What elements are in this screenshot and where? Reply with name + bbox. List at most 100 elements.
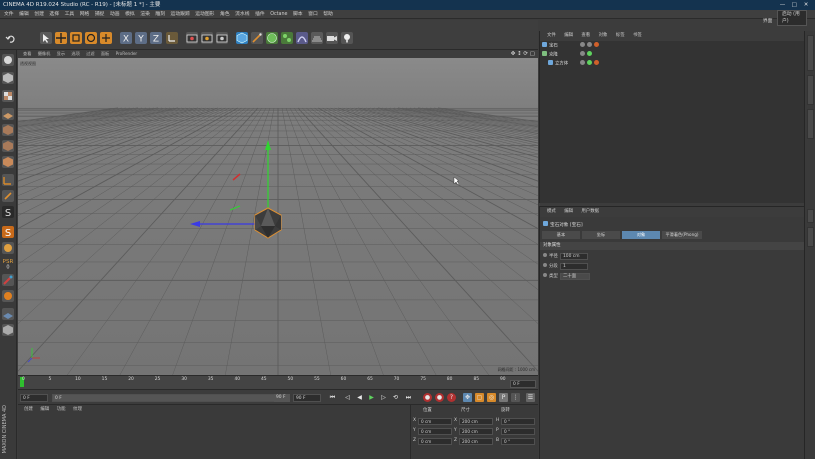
undo-icon[interactable] — [5, 33, 19, 45]
menu-animate[interactable]: 动画 — [110, 10, 120, 19]
next-key-icon[interactable]: ⟲ — [391, 393, 400, 402]
key-rotation-icon[interactable]: ◎ — [487, 393, 496, 402]
model-mode-icon[interactable] — [2, 72, 14, 84]
am-menu-userdata[interactable]: 用户数据 — [581, 207, 599, 217]
menu-snap[interactable]: 捕捉 — [95, 10, 105, 19]
menu-file[interactable]: 文件 — [4, 10, 14, 19]
go-to-end-icon[interactable]: ⏭ — [404, 393, 413, 402]
key-parameter-icon[interactable]: P — [499, 393, 508, 402]
x-axis-lock-icon[interactable]: X — [120, 32, 132, 44]
menu-sculpt[interactable]: 雕刻 — [155, 10, 165, 19]
end-frame-field[interactable]: 90 F — [293, 394, 321, 402]
side-tab-layers[interactable] — [807, 227, 814, 247]
rotation-b-field[interactable]: 0 ° — [501, 438, 535, 445]
render-view-icon[interactable] — [186, 32, 198, 44]
om-menu-edit[interactable]: 编辑 — [564, 31, 573, 41]
menu-tools[interactable]: 工具 — [65, 10, 75, 19]
texture-mode-icon[interactable] — [2, 90, 14, 102]
edges-mode-icon[interactable] — [2, 140, 14, 152]
viewport-menu-panel[interactable]: 面板 — [101, 50, 109, 58]
paint-icon[interactable] — [2, 290, 14, 302]
enable-axis-icon[interactable] — [2, 174, 14, 186]
menu-help[interactable]: 帮助 — [323, 10, 333, 19]
tab-object[interactable]: 对象 — [622, 231, 660, 239]
timeline-window-icon[interactable]: ☰ — [526, 393, 535, 402]
object-flags[interactable] — [580, 42, 601, 51]
om-menu-view[interactable]: 查看 — [581, 31, 590, 41]
subdivision-surface-icon[interactable] — [266, 32, 278, 44]
position-x-field[interactable]: 0 cm — [418, 418, 452, 425]
key-scale-icon[interactable]: ▢ — [475, 393, 484, 402]
tab-basic[interactable]: 基本 — [542, 231, 580, 239]
rotation-h-field[interactable]: 0 ° — [501, 418, 535, 425]
current-frame-field[interactable]: 0 F — [510, 380, 536, 388]
tweak-mode-icon[interactable] — [2, 190, 14, 202]
cloner-icon[interactable] — [281, 32, 293, 44]
am-menu-mode[interactable]: 模式 — [547, 207, 556, 217]
polygon-cube-icon[interactable] — [2, 324, 14, 336]
keyframe-selection-icon[interactable]: ? — [447, 393, 456, 402]
close-button[interactable]: ✕ — [801, 0, 811, 10]
animate-dot-icon[interactable] — [543, 253, 547, 257]
viewport-menu-options[interactable]: 选项 — [71, 50, 79, 58]
om-menu-file[interactable]: 文件 — [547, 31, 556, 41]
render-picture-viewer-icon[interactable] — [201, 32, 213, 44]
solo-icon[interactable]: S — [2, 226, 14, 239]
select-cursor-icon[interactable] — [40, 32, 52, 44]
menu-plugins[interactable]: 插件 — [255, 10, 265, 19]
next-frame-icon[interactable]: ▷ — [379, 393, 388, 402]
workplane-icon[interactable] — [2, 108, 14, 120]
pen-spline-icon[interactable] — [251, 32, 263, 44]
lock-workplane-icon[interactable] — [2, 308, 14, 320]
material-menu-edit[interactable]: 编辑 — [40, 405, 49, 415]
object-flags[interactable] — [580, 60, 601, 69]
previous-frame-icon[interactable]: ◀ — [355, 393, 364, 402]
viewport-menu-display[interactable]: 显示 — [57, 50, 65, 58]
record-icon[interactable]: ● — [423, 393, 432, 402]
om-menu-bookmarks[interactable]: 书签 — [633, 31, 642, 41]
camera-icon[interactable] — [326, 32, 338, 44]
go-to-start-icon[interactable]: ⏮ — [328, 393, 337, 402]
material-menu-create[interactable]: 创建 — [24, 405, 33, 415]
z-axis-lock-icon[interactable]: Z — [150, 32, 162, 44]
rotate-icon[interactable] — [85, 32, 97, 44]
animate-dot-icon[interactable] — [543, 273, 547, 277]
om-menu-objects[interactable]: 对象 — [599, 31, 608, 41]
sculpt-icon[interactable] — [2, 242, 14, 254]
key-point-level-icon[interactable]: ⋮ — [511, 393, 520, 402]
brush-icon[interactable] — [2, 274, 14, 286]
minimize-button[interactable]: — — [778, 0, 788, 10]
cube-icon[interactable] — [236, 32, 248, 44]
material-menu-function[interactable]: 功能 — [57, 405, 66, 415]
snap-icon[interactable]: S — [2, 206, 14, 219]
range-slider[interactable]: 0 F — [52, 394, 290, 402]
recent-tools-icon[interactable] — [100, 32, 112, 44]
position-z-field[interactable]: 0 cm — [418, 438, 452, 445]
side-tab-objects[interactable] — [807, 35, 814, 71]
tab-coord[interactable]: 坐标 — [582, 231, 620, 239]
key-position-icon[interactable]: ✥ — [463, 393, 472, 402]
menu-script[interactable]: 脚本 — [293, 10, 303, 19]
animate-dot-icon[interactable] — [543, 263, 547, 267]
rotation-p-field[interactable]: 0 ° — [501, 428, 535, 435]
menu-render[interactable]: 渲染 — [140, 10, 150, 19]
points-mode-icon[interactable] — [2, 124, 14, 136]
viewport-menu-filter[interactable]: 过滤 — [86, 50, 94, 58]
psr-icon[interactable]: PSR 0 — [2, 257, 14, 271]
side-tab-structure[interactable] — [807, 109, 814, 139]
menu-window[interactable]: 窗口 — [308, 10, 318, 19]
size-x-field[interactable]: 200 cm — [459, 418, 493, 425]
object-row-cube[interactable]: 立方体 — [542, 60, 802, 68]
menu-edit[interactable]: 编辑 — [19, 10, 29, 19]
object-row-cloner[interactable]: 克隆 — [542, 51, 802, 59]
menu-select[interactable]: 选择 — [49, 10, 59, 19]
timeline-ruler[interactable]: 0 5 10 15 20 25 30 35 40 45 50 55 60 65 70 75 80 85 90 0 F — [18, 375, 538, 389]
deformer-icon[interactable] — [296, 32, 308, 44]
light-icon[interactable] — [341, 32, 353, 44]
move-icon[interactable] — [55, 32, 67, 44]
menu-character[interactable]: 角色 — [220, 10, 230, 19]
viewport-menu-camera[interactable]: 摄像机 — [38, 50, 51, 58]
y-axis-lock-icon[interactable]: Y — [135, 32, 147, 44]
size-z-field[interactable]: 200 cm — [459, 438, 493, 445]
start-frame-field[interactable]: 0 F — [20, 394, 48, 402]
